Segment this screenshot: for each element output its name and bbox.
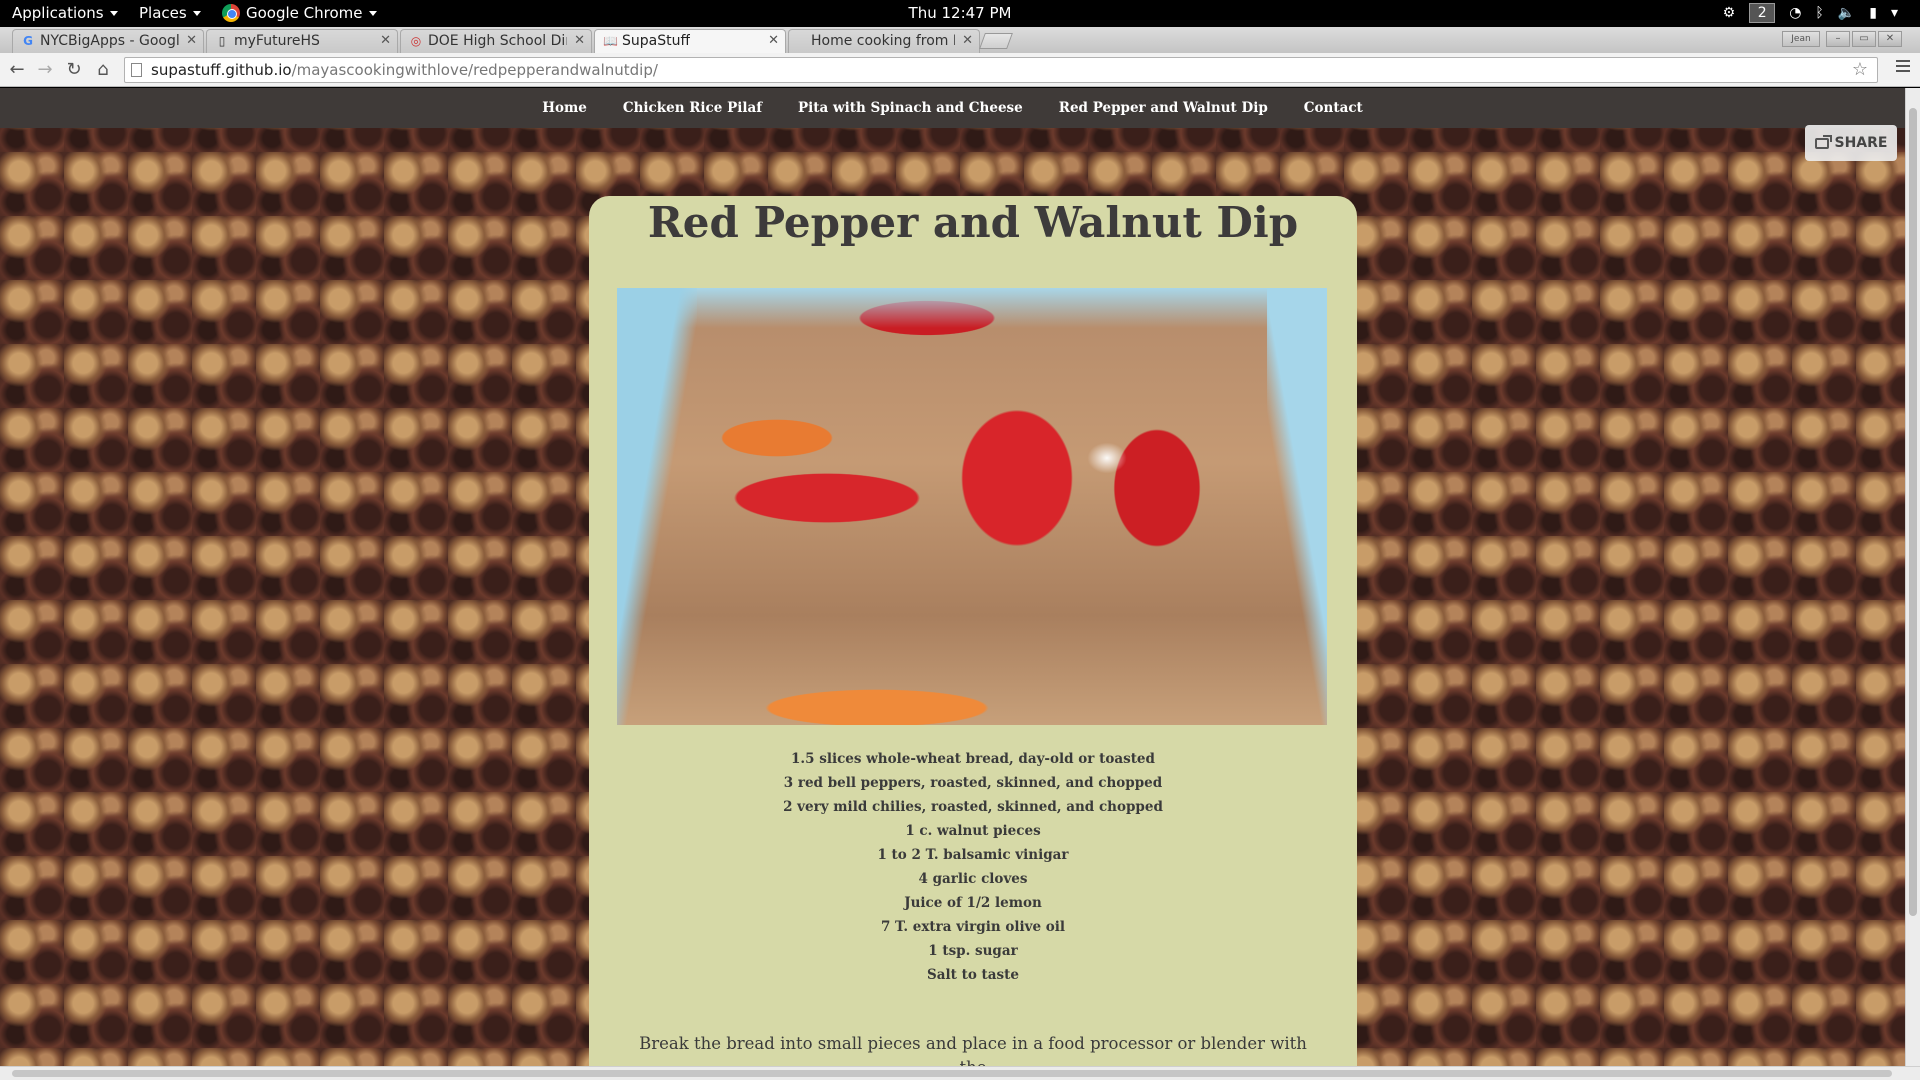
close-icon[interactable]: ✕ (380, 33, 391, 48)
ingredient-item: 1 tsp. sugar (928, 943, 1018, 959)
bookmark-star-icon[interactable]: ☆ (1852, 59, 1868, 80)
ingredients-list: 1.5 slices whole-wheat bread, day-old or… (589, 747, 1357, 987)
battery-icon[interactable]: ▮ (1869, 5, 1877, 21)
back-arrow-icon[interactable]: ← (7, 59, 27, 80)
tab-label: DOE High School Dir (428, 33, 567, 49)
nav-chicken-rice-pilaf[interactable]: Chicken Rice Pilaf (623, 100, 762, 116)
share-icon (1814, 134, 1832, 149)
new-tab-button[interactable] (979, 33, 1013, 49)
ingredient-item: 4 garlic cloves (918, 871, 1028, 887)
bluetooth-icon[interactable]: ᛒ (1815, 5, 1823, 21)
site-navigation: Home Chicken Rice Pilaf Pita with Spinac… (0, 88, 1905, 128)
close-icon[interactable]: ✕ (768, 33, 779, 48)
system-tray: ⚙ 2 ◔ ᛒ 🔈 ▮ ▾ (1723, 3, 1898, 23)
chevron-down-icon (109, 10, 118, 16)
wifi-icon[interactable]: ◔ (1789, 5, 1801, 21)
share-button[interactable]: SHARE (1805, 125, 1897, 161)
tab-label: SupaStuff (622, 33, 691, 49)
tab-home-cooking[interactable]: Home cooking from N ✕ (788, 29, 980, 53)
nav-red-pepper-walnut-dip[interactable]: Red Pepper and Walnut Dip (1059, 100, 1268, 116)
places-menu-label: Places (139, 4, 187, 22)
maximize-button[interactable]: ▭ (1852, 31, 1876, 47)
browser-app-menu[interactable]: Google Chrome (222, 4, 377, 22)
applications-menu[interactable]: Applications (12, 4, 118, 22)
ingredient-item: Juice of 1/2 lemon (904, 895, 1042, 911)
applications-menu-label: Applications (12, 4, 104, 22)
vertical-scrollbar[interactable] (1905, 88, 1920, 1066)
scrollbar-thumb[interactable] (1909, 108, 1917, 916)
window-controls: – ▭ ✕ (1826, 31, 1902, 47)
tab-myfuturehs[interactable]: ▯ myFutureHS ✕ (206, 29, 398, 53)
page-title: Red Pepper and Walnut Dip (647, 198, 1299, 247)
forward-arrow-icon[interactable]: → (35, 59, 55, 80)
profile-button[interactable]: Jean (1782, 31, 1820, 47)
recipe-photo (617, 288, 1327, 725)
tab-supastuff[interactable]: 📖 SupaStuff ✕ (594, 29, 786, 53)
home-icon[interactable]: ⌂ (93, 59, 113, 80)
volume-icon[interactable]: 🔈 (1838, 5, 1855, 21)
nav-home[interactable]: Home (542, 100, 587, 116)
globe-icon: ◎ (410, 34, 422, 48)
chevron-down-icon (192, 10, 201, 16)
ingredient-item: 7 T. extra virgin olive oil (880, 919, 1066, 935)
browser-toolbar: ← → ↻ ⌂ supastuff.github.io/mayascooking… (0, 53, 1920, 87)
google-icon: G (23, 34, 33, 48)
places-menu[interactable]: Places (139, 4, 201, 22)
recipe-card: Red Pepper and Walnut Dip 1.5 slices who… (589, 196, 1357, 1066)
url-path: /mayascookingwithlove/redpepperandwalnut… (291, 61, 658, 79)
nav-contact[interactable]: Contact (1304, 100, 1363, 116)
page-icon: ▯ (218, 34, 226, 48)
browser-app-label: Google Chrome (246, 4, 363, 22)
ingredient-item: 1.5 slices whole-wheat bread, day-old or… (791, 751, 1155, 767)
reload-icon[interactable]: ↻ (64, 59, 84, 80)
nav-pita-spinach-cheese[interactable]: Pita with Spinach and Cheese (798, 100, 1023, 116)
close-icon[interactable]: ✕ (574, 33, 585, 48)
chrome-icon (222, 4, 240, 22)
scrollbar-thumb[interactable] (12, 1070, 1892, 1077)
address-bar[interactable]: supastuff.github.io/mayascookingwithlove… (124, 57, 1878, 83)
page-icon (131, 63, 142, 77)
ingredient-item: 3 red bell peppers, roasted, skinned, an… (783, 775, 1163, 791)
tab-label: myFutureHS (234, 33, 320, 49)
tab-label: Home cooking from N (811, 33, 955, 49)
minimize-button[interactable]: – (1826, 31, 1850, 47)
close-icon[interactable]: ✕ (186, 33, 197, 48)
instructions-text: Break the bread into small pieces and pl… (639, 1034, 1307, 1066)
horizontal-scrollbar[interactable] (0, 1066, 1920, 1080)
share-label: SHARE (1834, 135, 1888, 151)
page-viewport: Home Chicken Rice Pilaf Pita with Spinac… (0, 88, 1905, 1066)
chrome-menu-icon[interactable] (1896, 60, 1910, 75)
book-icon: 📖 (603, 34, 618, 48)
url-host: supastuff.github.io (151, 61, 292, 79)
close-window-button[interactable]: ✕ (1878, 31, 1902, 47)
power-menu-icon[interactable]: ▾ (1891, 5, 1898, 21)
network-manager-icon[interactable]: ⚙ (1723, 5, 1736, 21)
tab-nycbigapps[interactable]: G NYCBigApps - Google ✕ (12, 29, 204, 53)
system-top-panel: Applications Places Google Chrome Thu 12… (0, 0, 1920, 27)
ingredient-item: 1 to 2 T. balsamic vinigar (877, 847, 1069, 863)
workspace-indicator[interactable]: 2 (1749, 3, 1776, 23)
chevron-down-icon (368, 10, 377, 16)
ingredient-item: 2 very mild chilies, roasted, skinned, a… (783, 799, 1163, 815)
ingredient-item: 1 c. walnut pieces (905, 823, 1041, 839)
close-icon[interactable]: ✕ (962, 33, 973, 48)
ingredient-item: Salt to taste (927, 967, 1019, 983)
tab-doe-directory[interactable]: ◎ DOE High School Dir ✕ (400, 29, 592, 53)
tab-label: NYCBigApps - Google (40, 33, 179, 49)
tab-strip: G NYCBigApps - Google ✕ ▯ myFutureHS ✕ ◎… (0, 27, 1920, 53)
